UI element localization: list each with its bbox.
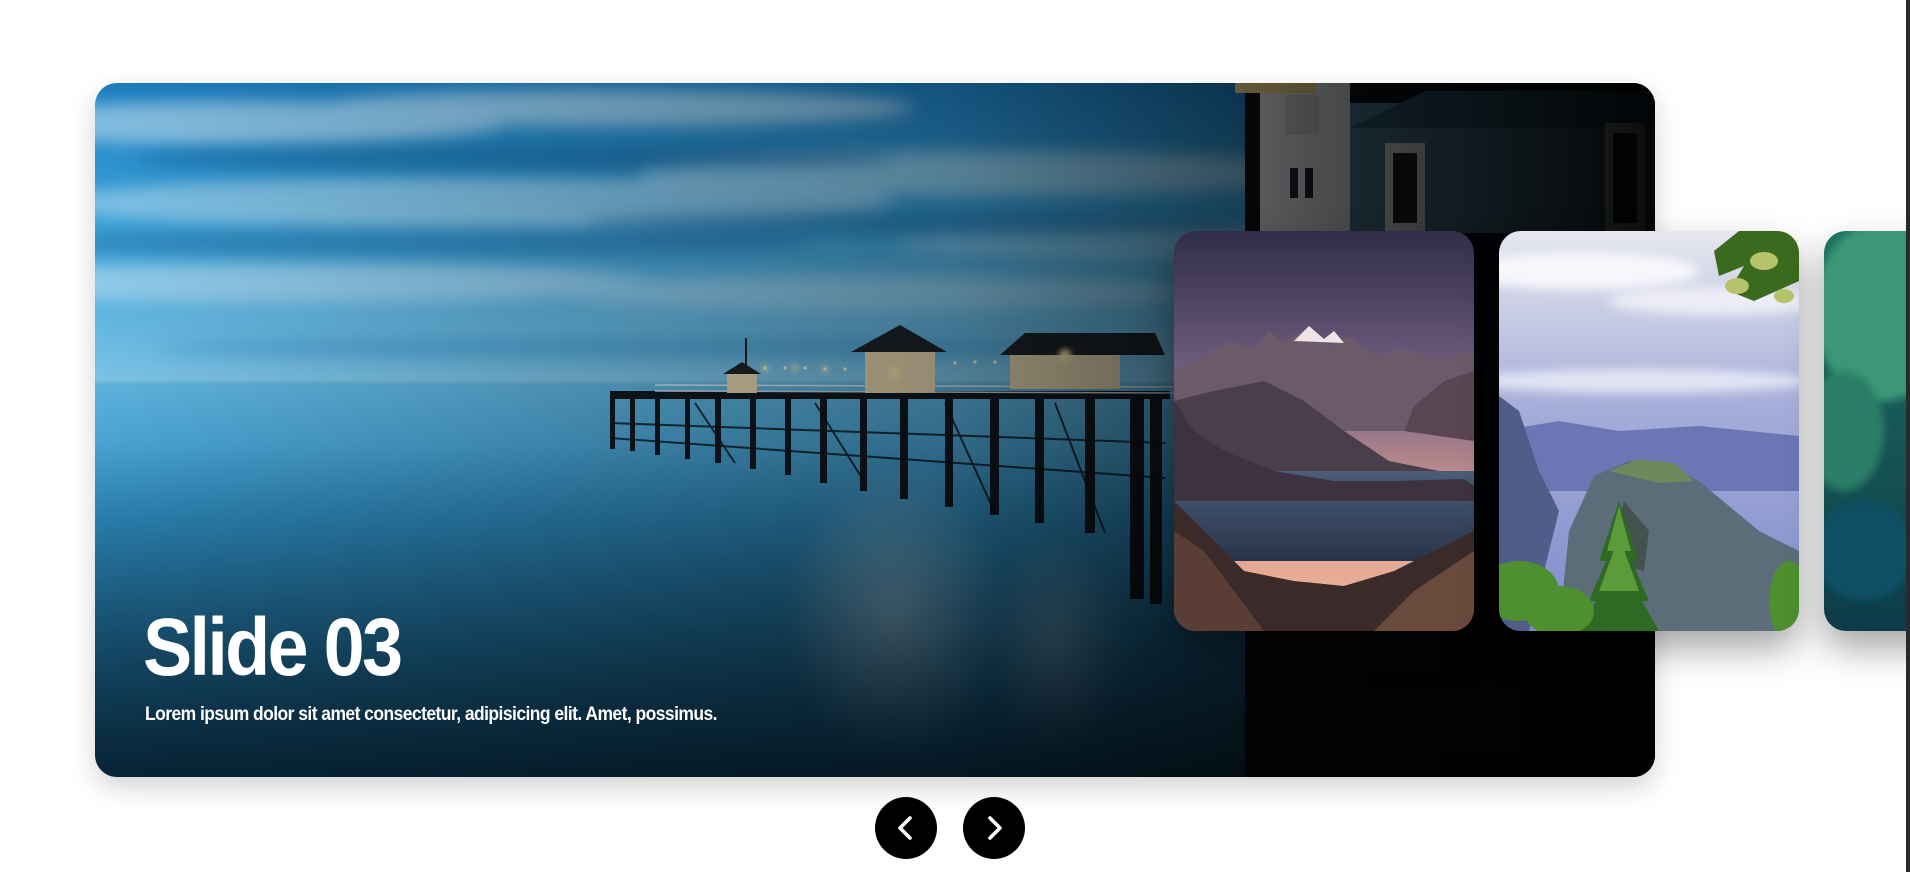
image-slider: Slide 03 Lorem ipsum dolor sit amet cons… [0, 0, 1906, 872]
slide-description: Lorem ipsum dolor sit amet consectetur, … [145, 704, 718, 725]
valley-pines-photo [1499, 231, 1799, 631]
chevron-right-icon [988, 816, 1002, 840]
prev-slide-button[interactable] [875, 797, 937, 859]
page-scrollbar-thumb[interactable] [1906, 0, 1910, 872]
next-slide-button[interactable] [963, 797, 1025, 859]
chevron-left-icon [898, 816, 912, 840]
slide-thumbnail-card[interactable] [1824, 231, 1906, 631]
slide-thumbnail-card[interactable] [1174, 231, 1474, 631]
slide-title: Slide 03 [143, 602, 403, 693]
teal-foliage-photo [1824, 231, 1906, 631]
slide-thumbnail-card[interactable] [1499, 231, 1799, 631]
mountain-lake-photo [1174, 231, 1474, 631]
